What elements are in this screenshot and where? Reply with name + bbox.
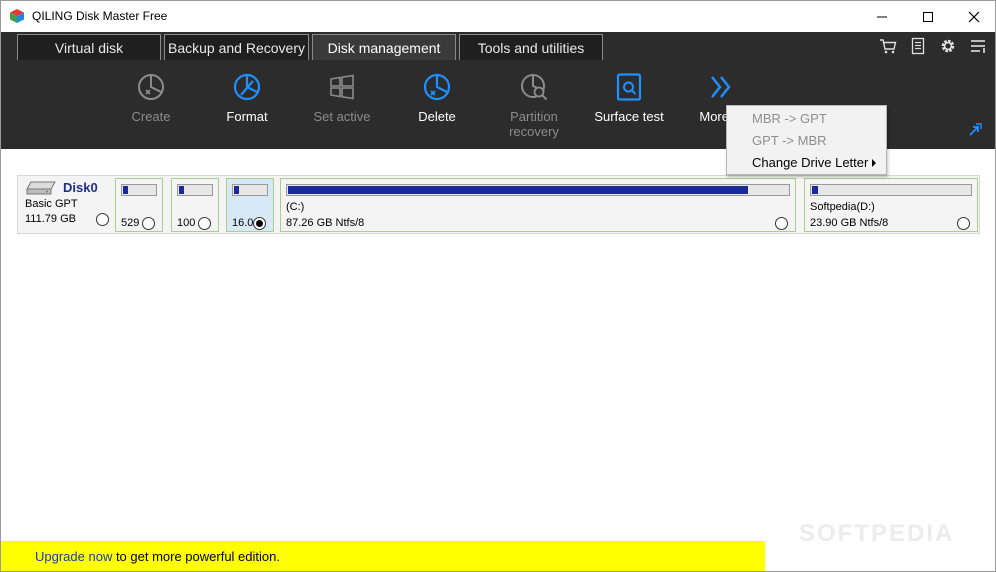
minimize-button[interactable]	[859, 1, 905, 32]
delete-label: Delete	[418, 109, 456, 124]
upgrade-now-link[interactable]: Upgrade now	[35, 549, 112, 564]
surface-test-button[interactable]: Surface test	[581, 60, 677, 149]
more-dropdown-menu: MBR -> GPT GPT -> MBR Change Drive Lette…	[726, 105, 887, 175]
close-button[interactable]	[951, 1, 995, 32]
usage-bar-fill	[288, 186, 748, 194]
tab-bar: Virtual disk Backup and Recovery Disk ma…	[1, 32, 995, 60]
double-chevron-right-icon	[711, 76, 731, 98]
submenu-arrow-icon	[872, 159, 876, 167]
tab-virtual-disk[interactable]: Virtual disk	[17, 34, 161, 60]
partition-3[interactable]: 16.0	[226, 178, 274, 232]
partition-recovery-button[interactable]: Partition recovery	[486, 60, 582, 149]
create-partition-icon	[138, 74, 164, 100]
format-button[interactable]: Format	[199, 60, 295, 149]
upgrade-message-text: to get more powerful edition.	[112, 549, 280, 564]
app-window: QILING Disk Master Free Virtual disk Bac…	[0, 0, 996, 572]
usage-bar-fill	[812, 186, 818, 194]
hard-disk-icon	[26, 181, 56, 195]
create-button[interactable]: Create	[103, 60, 199, 149]
surface-test-label: Surface test	[594, 109, 664, 124]
maximize-icon	[923, 11, 933, 22]
partition-label: Softpedia(D:)	[810, 201, 875, 213]
usage-bar-fill	[123, 186, 128, 194]
more-label: More	[699, 109, 729, 124]
menu-item-mbr-to-gpt[interactable]: MBR -> GPT	[727, 108, 886, 130]
format-partition-icon	[233, 73, 261, 101]
create-label: Create	[131, 109, 171, 124]
minimize-icon	[877, 16, 887, 17]
tab-disk-management[interactable]: Disk management	[312, 34, 456, 60]
partition-2[interactable]: 100	[171, 178, 219, 232]
upgrade-banner: Upgrade now to get more powerful edition…	[1, 541, 765, 571]
partition-label: (C:)	[286, 201, 305, 213]
set-active-button[interactable]: Set active	[294, 60, 390, 149]
surface-test-icon	[616, 73, 642, 101]
collapse-arrow-icon[interactable]	[967, 122, 983, 138]
usage-bar	[121, 184, 157, 196]
partition-recovery-icon	[521, 74, 548, 101]
cart-icon[interactable]	[879, 37, 897, 55]
partition-d[interactable]: Softpedia(D:) 23.90 GB Ntfs/8	[804, 178, 978, 232]
disk-type: Basic GPT	[25, 198, 78, 210]
usage-bar	[232, 184, 268, 196]
usage-bar	[286, 184, 790, 196]
close-icon	[968, 11, 980, 22]
document-icon[interactable]	[909, 37, 927, 55]
disk-size: 111.79 GB	[25, 213, 76, 225]
usage-bar	[810, 184, 972, 196]
disk-name: Disk0	[63, 180, 98, 195]
softpedia-watermark: SOFTPEDIA	[799, 520, 955, 547]
usage-bar	[177, 184, 213, 196]
windows-logo-icon	[330, 74, 354, 100]
upgrade-message: Upgrade now to get more powerful edition…	[35, 549, 280, 564]
more-button[interactable]: More	[673, 60, 733, 149]
tab-tools-and-utilities[interactable]: Tools and utilities	[459, 34, 603, 60]
partition-size: 87.26 GB Ntfs/8	[286, 217, 365, 229]
change-drive-letter-label: Change Drive Letter	[752, 155, 869, 170]
app-cube-icon	[10, 9, 24, 23]
partition-recovery-label: Partition recovery	[509, 109, 559, 139]
partition-select-radio[interactable]	[253, 217, 266, 230]
disk-info[interactable]: Disk0 Basic GPT 111.79 GB	[18, 176, 114, 233]
set-active-label: Set active	[313, 109, 371, 124]
menu-item-change-drive-letter[interactable]: Change Drive Letter	[727, 152, 886, 174]
gear-icon[interactable]	[939, 37, 957, 55]
format-label: Format	[226, 109, 268, 124]
delete-partition-icon	[423, 73, 451, 101]
delete-button[interactable]: Delete	[389, 60, 485, 149]
partition-1[interactable]: 529	[115, 178, 163, 232]
disk-select-radio[interactable]	[96, 213, 109, 226]
partition-select-radio[interactable]	[142, 217, 155, 230]
maximize-button[interactable]	[905, 1, 951, 32]
menu-item-gpt-to-mbr[interactable]: GPT -> MBR	[727, 130, 886, 152]
menu-icon[interactable]	[969, 37, 987, 55]
usage-bar-fill	[234, 186, 239, 194]
disk-row: Disk0 Basic GPT 111.79 GB 529 100 16.0 (…	[17, 175, 980, 234]
partition-select-radio[interactable]	[957, 217, 970, 230]
tab-backup-and-recovery[interactable]: Backup and Recovery	[164, 34, 309, 60]
window-title: QILING Disk Master Free	[32, 9, 168, 23]
partition-size: 23.90 GB Ntfs/8	[810, 217, 889, 229]
partition-c[interactable]: (C:) 87.26 GB Ntfs/8	[280, 178, 796, 232]
partition-select-radio[interactable]	[198, 217, 211, 230]
partition-select-radio[interactable]	[775, 217, 788, 230]
title-bar: QILING Disk Master Free	[1, 1, 995, 32]
usage-bar-fill	[179, 186, 184, 194]
